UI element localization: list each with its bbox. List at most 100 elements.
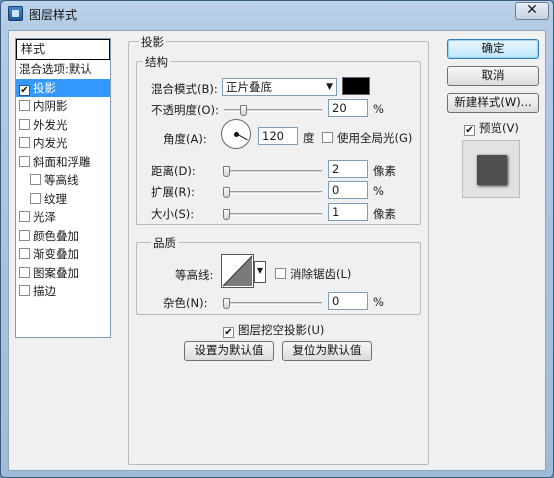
blend-mode-value: 正片叠底 bbox=[226, 80, 272, 94]
layer-style-dialog: 图层样式 ✕ 样式 混合选项:默认 ✔ 投影 内阴影 外发光 内发光 斜面和浮雕 等高线 纹理光… bbox=[0, 0, 554, 478]
size-slider[interactable] bbox=[223, 209, 322, 220]
size-input[interactable]: 1 bbox=[328, 203, 368, 221]
style-item-checkbox[interactable] bbox=[19, 118, 30, 130]
size-slider-thumb[interactable] bbox=[223, 209, 230, 220]
spread-slider[interactable] bbox=[223, 187, 322, 198]
contour-label: 等高线: bbox=[175, 268, 214, 282]
global-light-box[interactable] bbox=[322, 132, 333, 143]
style-item-checkbox[interactable] bbox=[19, 229, 30, 241]
contour-picker[interactable] bbox=[221, 254, 254, 288]
opacity-label: 不透明度(O): bbox=[151, 103, 219, 117]
style-item[interactable]: 颜色叠加 bbox=[16, 227, 110, 246]
style-item-label: 斜面和浮雕 bbox=[33, 154, 91, 169]
contour-dropdown-button[interactable]: ▼ bbox=[254, 261, 266, 283]
style-item[interactable]: 图案叠加 bbox=[16, 264, 110, 283]
anti-alias-label: 消除锯齿(L) bbox=[290, 267, 352, 281]
size-unit: 像素 bbox=[373, 207, 396, 221]
angle-center-dot bbox=[234, 132, 239, 137]
spread-unit: % bbox=[373, 184, 384, 198]
dialog-body: 样式 混合选项:默认 ✔ 投影 内阴影 外发光 内发光 斜面和浮雕 等高线 纹理 光泽 颜色叠加 渐变… bbox=[8, 30, 546, 471]
chevron-down-icon: ▼ bbox=[326, 82, 333, 92]
style-item-label: 等高线 bbox=[44, 173, 79, 187]
opacity-slider-thumb[interactable] bbox=[239, 105, 247, 116]
preview-swatch bbox=[477, 155, 507, 185]
style-item-checkbox[interactable] bbox=[19, 155, 30, 167]
style-item[interactable]: 斜面和浮雕 bbox=[16, 153, 110, 172]
style-item-checkbox[interactable] bbox=[30, 192, 41, 204]
close-button[interactable]: ✕ bbox=[515, 2, 549, 20]
new-style-button[interactable]: 新建样式(W)... bbox=[447, 93, 539, 113]
spread-label: 扩展(R): bbox=[151, 185, 195, 199]
angle-dial[interactable] bbox=[221, 119, 251, 149]
style-item[interactable]: 内阴影 bbox=[16, 97, 110, 116]
spread-slider-thumb[interactable] bbox=[223, 187, 230, 198]
opacity-unit: % bbox=[373, 102, 384, 116]
opacity-slider[interactable] bbox=[224, 105, 322, 116]
reset-default-button[interactable]: 复位为默认值 bbox=[282, 341, 372, 361]
style-item[interactable]: 内发光 bbox=[16, 134, 110, 153]
style-item[interactable]: 纹理 bbox=[16, 190, 110, 209]
style-item[interactable]: 等高线 bbox=[16, 171, 110, 190]
style-item-label: 颜色叠加 bbox=[33, 228, 79, 243]
noise-unit: % bbox=[373, 295, 384, 309]
style-item[interactable]: ✔ 投影 bbox=[16, 78, 110, 97]
preview-checkbox[interactable]: ✔ 预览(V) bbox=[464, 120, 519, 136]
style-item-label: 渐变叠加 bbox=[33, 247, 79, 261]
style-preview-thumbnail bbox=[462, 140, 520, 198]
preview-label: 预览(V) bbox=[479, 121, 519, 135]
distance-slider[interactable] bbox=[223, 166, 322, 177]
styles-list-header[interactable]: 样式 bbox=[16, 39, 110, 60]
angle-label: 角度(A): bbox=[163, 132, 207, 146]
style-item[interactable]: 描边 bbox=[16, 282, 110, 301]
style-item-label: 图案叠加 bbox=[33, 265, 79, 280]
noise-label: 杂色(N): bbox=[163, 296, 208, 310]
style-item-label: 混合选项:默认 bbox=[19, 62, 92, 76]
blend-mode-select[interactable]: 正片叠底 ▼ bbox=[222, 78, 337, 96]
noise-slider[interactable] bbox=[223, 298, 322, 309]
style-item[interactable]: 外发光 bbox=[16, 116, 110, 135]
style-item-label: 内阴影 bbox=[33, 99, 68, 113]
style-item-label: 纹理 bbox=[44, 191, 67, 206]
style-item-checkbox[interactable] bbox=[19, 285, 30, 296]
contour-curve-icon bbox=[222, 255, 253, 287]
opacity-input[interactable]: 20 bbox=[328, 99, 368, 117]
style-item-checkbox[interactable] bbox=[19, 211, 30, 222]
angle-input[interactable]: 120 bbox=[258, 127, 298, 145]
global-light-label: 使用全局光(G) bbox=[337, 131, 413, 145]
style-item-checkbox[interactable] bbox=[19, 248, 30, 259]
distance-input[interactable]: 2 bbox=[328, 160, 368, 178]
style-item-label: 外发光 bbox=[33, 117, 68, 132]
distance-slider-thumb[interactable] bbox=[223, 166, 230, 177]
style-item-label: 内发光 bbox=[33, 136, 68, 150]
anti-alias-box[interactable] bbox=[275, 268, 286, 279]
distance-label: 距离(D): bbox=[151, 164, 196, 178]
global-light-checkbox[interactable]: 使用全局光(G) bbox=[322, 130, 412, 146]
style-item[interactable]: 光泽 bbox=[16, 208, 110, 227]
angle-unit: 度 bbox=[303, 131, 315, 145]
style-item-label: 投影 bbox=[33, 80, 56, 95]
cancel-button[interactable]: 取消 bbox=[447, 66, 539, 86]
knockout-label: 图层挖空投影(U) bbox=[238, 323, 325, 337]
style-item-checkbox[interactable]: ✔ bbox=[19, 84, 30, 96]
window-title: 图层样式 bbox=[29, 8, 78, 22]
ok-button[interactable]: 确定 bbox=[447, 39, 539, 59]
knockout-checkbox[interactable]: ✔ 图层挖空投影(U) bbox=[223, 322, 324, 338]
style-item[interactable]: 混合选项:默认 bbox=[16, 60, 110, 79]
noise-slider-thumb[interactable] bbox=[223, 298, 230, 309]
styles-list: 样式 混合选项:默认 ✔ 投影内阴影外发光内发光斜面和浮雕等高线纹理光泽 颜色叠加渐变… bbox=[15, 38, 111, 338]
preview-box[interactable]: ✔ bbox=[464, 125, 475, 136]
style-item-checkbox[interactable] bbox=[19, 137, 30, 148]
style-item-checkbox[interactable] bbox=[30, 174, 41, 185]
title-bar[interactable]: 图层样式 ✕ bbox=[1, 1, 553, 29]
spread-input[interactable]: 0 bbox=[328, 181, 368, 199]
knockout-box[interactable]: ✔ bbox=[223, 327, 234, 338]
style-item-label: 描边 bbox=[33, 284, 56, 298]
shadow-color-swatch[interactable] bbox=[342, 77, 370, 95]
style-item-checkbox[interactable] bbox=[19, 100, 30, 111]
blend-mode-label: 混合模式(B): bbox=[151, 82, 218, 96]
style-item[interactable]: 渐变叠加 bbox=[16, 245, 110, 264]
anti-alias-checkbox[interactable]: 消除锯齿(L) bbox=[275, 266, 351, 282]
make-default-button[interactable]: 设置为默认值 bbox=[184, 341, 274, 361]
style-item-checkbox[interactable] bbox=[19, 266, 30, 278]
noise-input[interactable]: 0 bbox=[328, 292, 368, 310]
